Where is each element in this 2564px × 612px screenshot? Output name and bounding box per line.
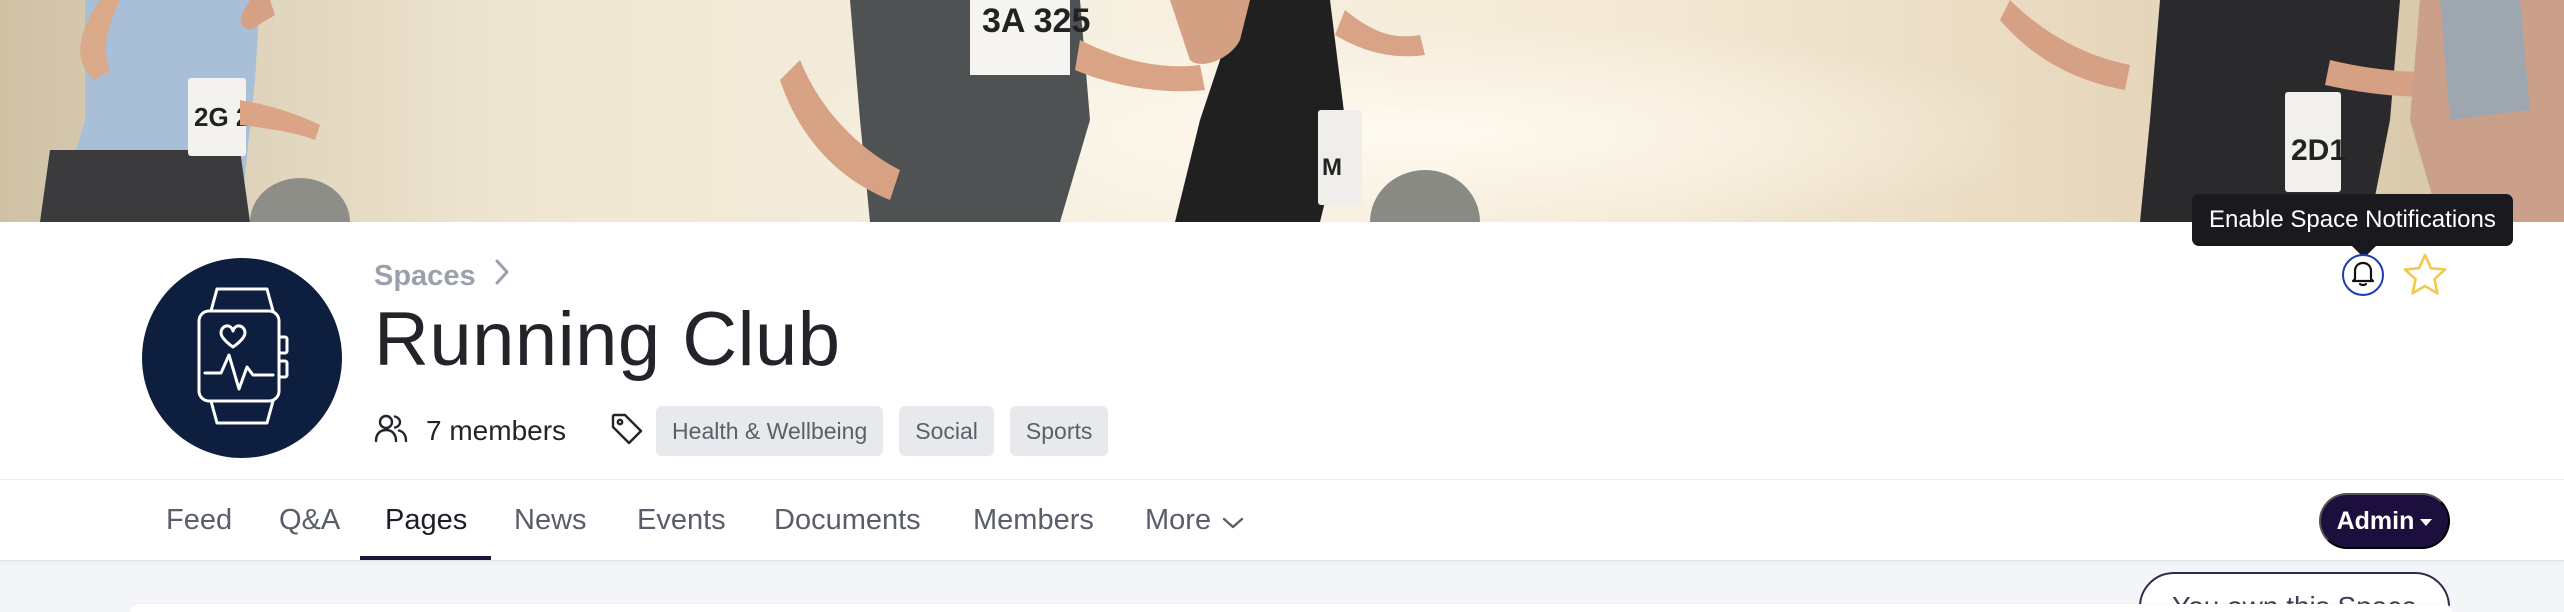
- space-title: Running Club: [374, 297, 841, 382]
- smartwatch-heart-icon: [187, 281, 297, 436]
- space-header: Spaces Running Club 7 members Health & W…: [0, 222, 2564, 612]
- tag-health-wellbeing[interactable]: Health & Wellbeing: [656, 406, 884, 456]
- space-banner-image: 2G 220 3A 325 M 2D1: [0, 0, 2564, 222]
- users-icon: [374, 413, 408, 450]
- breadcrumb: Spaces: [374, 258, 510, 294]
- tab-news[interactable]: News: [514, 480, 587, 560]
- tab-more[interactable]: More: [1145, 480, 1245, 560]
- notifications-bell-button[interactable]: [2342, 254, 2384, 296]
- active-tab-indicator: [360, 556, 491, 560]
- tag-sports[interactable]: Sports: [1009, 406, 1109, 456]
- star-icon: [2402, 253, 2448, 302]
- tab-feed[interactable]: Feed: [166, 480, 232, 560]
- caret-down-icon: [2420, 518, 2433, 526]
- chevron-right-icon: [494, 258, 510, 294]
- breadcrumb-spaces-link[interactable]: Spaces: [374, 260, 476, 293]
- tab-members[interactable]: Members: [973, 480, 1094, 560]
- chevron-down-icon: [1221, 481, 1245, 561]
- space-meta: 7 members Health & Wellbeing Social Spor…: [374, 406, 1109, 456]
- tab-more-label: More: [1145, 504, 1212, 536]
- notifications-tooltip: Enable Space Notifications: [2192, 194, 2513, 258]
- tab-pages[interactable]: Pages: [385, 480, 467, 560]
- tab-documents[interactable]: Documents: [774, 480, 921, 560]
- tag-list: Health & Wellbeing Social Sports: [656, 406, 1109, 456]
- admin-label: Admin: [2336, 506, 2415, 535]
- members-count: 7 members: [426, 415, 567, 446]
- tag-social[interactable]: Social: [899, 406, 994, 456]
- tab-events[interactable]: Events: [637, 480, 726, 560]
- favorite-star-button[interactable]: [2402, 252, 2448, 298]
- members-link[interactable]: 7 members: [374, 413, 566, 450]
- svg-text:3A 325: 3A 325: [982, 2, 1090, 40]
- svg-text:M: M: [1322, 154, 1342, 181]
- svg-text:2D1: 2D1: [2291, 134, 2346, 167]
- space-nav: Feed Q&A Pages News Events Documents Mem…: [0, 479, 2564, 561]
- space-avatar: [142, 258, 342, 458]
- content-card: [130, 604, 2452, 612]
- tab-qa[interactable]: Q&A: [279, 480, 340, 560]
- admin-dropdown-button[interactable]: Admin: [2319, 493, 2450, 549]
- tag-icon: [610, 412, 644, 451]
- bell-icon: [2348, 258, 2378, 293]
